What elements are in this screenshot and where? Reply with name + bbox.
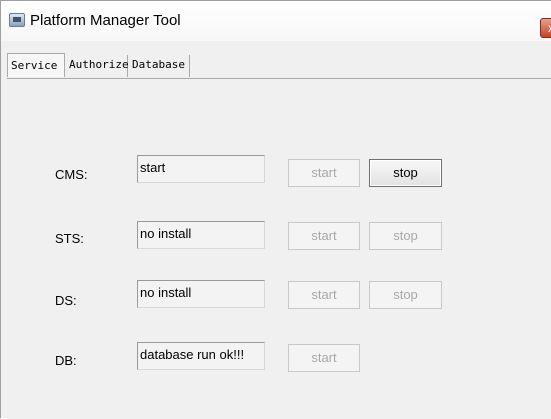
sts-label: STS:: [55, 231, 84, 246]
cms-status-field: start: [137, 155, 265, 183]
tab-database[interactable]: Database: [129, 55, 190, 77]
sts-status-field: no install: [137, 221, 265, 249]
window-title: Platform Manager Tool: [30, 12, 181, 29]
sts-start-button[interactable]: start: [288, 222, 360, 250]
db-label: DB:: [55, 353, 77, 368]
db-status-field: database run ok!!!: [137, 342, 265, 370]
tab-authorize[interactable]: Authorize: [66, 55, 129, 77]
cms-label: CMS:: [55, 167, 88, 182]
db-start-button[interactable]: start: [288, 344, 360, 372]
main-window: Platform Manager Tool x Service Authoriz…: [0, 0, 551, 419]
ds-stop-button[interactable]: stop: [369, 281, 442, 309]
title-bar[interactable]: Platform Manager Tool x: [1, 1, 551, 41]
ds-label: DS:: [55, 293, 77, 308]
tab-service[interactable]: Service: [7, 53, 65, 77]
service-panel: CMS: start start stop STS: no install st…: [7, 79, 551, 419]
ds-start-button[interactable]: start: [288, 281, 360, 309]
ds-status-field: no install: [137, 280, 265, 308]
cms-start-button[interactable]: start: [288, 159, 360, 187]
cms-stop-button[interactable]: stop: [369, 159, 442, 187]
app-icon: [9, 13, 25, 27]
close-button[interactable]: x: [540, 18, 551, 38]
sts-stop-button[interactable]: stop: [369, 222, 442, 250]
